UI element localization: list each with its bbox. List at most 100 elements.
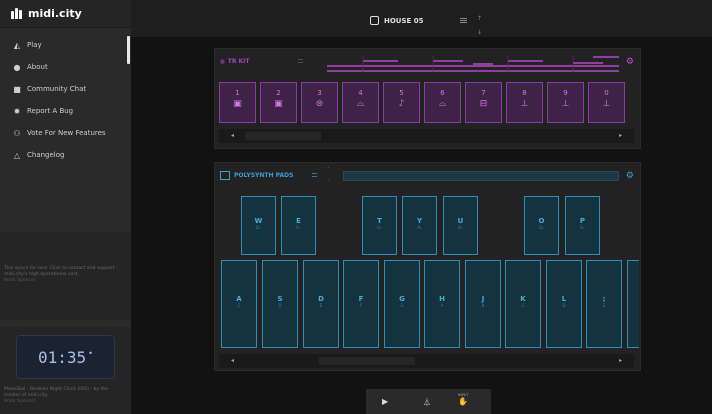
synth-key-o[interactable]: O D♭ (524, 196, 559, 255)
song-selector[interactable]: HOUSE 05 (370, 16, 424, 25)
scroll-left-icon[interactable]: ◂ (231, 357, 234, 364)
synth-key-d[interactable]: DE (303, 260, 339, 348)
synth-key-l[interactable]: LD (546, 260, 582, 348)
drum-machine-icon: ▣ (233, 99, 242, 109)
polysynth-pattern-preview[interactable] (343, 171, 619, 181)
polysynth-scroll-thumb[interactable] (319, 357, 415, 365)
polysynth-menu-icon[interactable] (312, 173, 317, 177)
note-label: C (237, 303, 241, 308)
synth-key-t[interactable]: T G♭ (362, 196, 397, 255)
synth-key-e[interactable]: E E♭ (281, 196, 316, 255)
app-logo[interactable]: midi.city (0, 0, 131, 28)
polysynth-scrollbar[interactable]: ◂ ▸ (219, 354, 634, 368)
clock-ad[interactable]: 01:35 • MoonDial - Bedside Night Clock (i… (0, 327, 131, 414)
synth-key-u[interactable]: U B♭ (443, 196, 478, 255)
sidebar-item-about[interactable]: ● About (0, 56, 131, 78)
synth-key-a[interactable]: AC (221, 260, 257, 348)
clock-caption: MoonDial - Bedside Night Clock (iOS) - b… (4, 387, 115, 405)
sidebar-item-vote-features[interactable]: ⚇ Vote For New Features (0, 122, 131, 144)
arrow-down-icon[interactable]: ↓ (477, 26, 482, 40)
drum-pad-0[interactable]: 0 ⊥ (588, 82, 625, 123)
tom-icon: ⊟ (479, 99, 488, 109)
sidebar-item-community-chat[interactable]: ■ Community Chat (0, 78, 131, 100)
synth-key-f[interactable]: FF (343, 260, 379, 348)
drum-pad-4[interactable]: 4 ⌓ (342, 82, 379, 123)
tr-kit-pattern-preview[interactable] (323, 52, 623, 74)
synth-key-h[interactable]: HA (424, 260, 460, 348)
vote-icon: ⚇ (13, 128, 21, 138)
hand-icon: ✋ (458, 397, 469, 406)
drum-machine-icon: ▣ (274, 99, 283, 109)
ad-sponsor: Book Sponsor (4, 278, 36, 283)
scroll-right-icon[interactable]: ▸ (619, 132, 622, 139)
key-label: W (254, 217, 263, 225)
synth-key-semicolon[interactable]: ; E (586, 260, 622, 348)
pad-number: 4 (358, 89, 363, 97)
note-label: B (481, 303, 485, 308)
synth-key-partial[interactable] (627, 260, 639, 348)
polysynth-panel: POLYSYNTH PADS ˄ ˅ ⚙ W D♭ E E♭ T G♭ Y A♭ U B♭ … (214, 162, 641, 371)
note-label: D♭ (256, 225, 261, 230)
polysynth-title: POLYSYNTH PADS (234, 172, 294, 179)
clock-time: 01:35 (38, 347, 87, 367)
menu-icon[interactable] (460, 18, 467, 23)
note-label: E (602, 303, 606, 308)
tr-kit-title: ▦ TR KIT (220, 58, 250, 65)
synth-key-k[interactable]: KC (505, 260, 541, 348)
keyboard-icon (220, 171, 230, 180)
drum-pad-2[interactable]: 2 ▣ (260, 82, 297, 123)
tr-kit-header: ▦ TR KIT ⚙ (215, 49, 640, 76)
ad-text: This space for rent. Click to contact an… (4, 266, 115, 277)
tr-kit-scroll-thumb[interactable] (245, 132, 321, 140)
drum-pad-9[interactable]: 9 ⊥ (547, 82, 584, 123)
note-label: D (562, 303, 566, 308)
scroll-left-icon[interactable]: ◂ (231, 132, 234, 139)
song-arrows: ↑ ↓ (477, 12, 482, 40)
drum-pad-3[interactable]: 3 ⊜ (301, 82, 338, 123)
sidebar-item-changelog[interactable]: △ Changelog (0, 144, 131, 166)
polysynth-settings-icon[interactable]: ⚙ (626, 171, 634, 181)
drum-pad-6[interactable]: 6 ⌓ (424, 82, 461, 123)
synth-key-j[interactable]: JB (465, 260, 501, 348)
drum-pad-8[interactable]: 8 ⊥ (506, 82, 543, 123)
note-label: D♭ (539, 225, 544, 230)
drum-pad-1[interactable]: 1 ▣ (219, 82, 256, 123)
tr-kit-scrollbar[interactable]: ◂ ▸ (219, 129, 634, 143)
ad-space[interactable]: This space for rent. Click to contact an… (0, 232, 131, 320)
arrow-up-icon[interactable]: ↑ (477, 12, 482, 26)
note-label: A♭ (417, 225, 422, 230)
pad-number: 8 (522, 89, 527, 97)
play-icon[interactable]: ▶ (382, 397, 388, 406)
tr-kit-panel: ▦ TR KIT ⚙ 1 ▣ 2 ▣ 3 ⊜ 4 ⌓ 5 ♪ 6 ⌓ 7 ⊟ 8… (214, 48, 641, 149)
synth-key-s[interactable]: SD (262, 260, 298, 348)
sidebar-item-label: Community Chat (27, 85, 87, 93)
note-label: E (319, 303, 323, 308)
tr-kit-settings-icon[interactable]: ⚙ (626, 57, 634, 67)
synth-key-g[interactable]: GG (384, 260, 420, 348)
snare-icon: ⊜ (315, 99, 324, 109)
drum-pad-7[interactable]: 7 ⊟ (465, 82, 502, 123)
metronome-icon[interactable]: ⏃ (423, 397, 431, 408)
synth-key-y[interactable]: Y A♭ (402, 196, 437, 255)
sidebar-item-report-bug[interactable]: ✹ Report A Bug (0, 100, 131, 122)
sidebar-item-play[interactable]: ◭ Play (0, 34, 131, 64)
drum-pad-5[interactable]: 5 ♪ (383, 82, 420, 123)
scroll-right-icon[interactable]: ▸ (619, 357, 622, 364)
pad-number: 2 (276, 89, 281, 97)
drum-icon: ⌓ (438, 99, 447, 109)
tr-kit-menu-icon[interactable] (298, 59, 303, 63)
synth-key-p[interactable]: P E♭ (565, 196, 600, 255)
arrow-down-icon[interactable]: ˅ (327, 177, 330, 190)
clock-sponsor: Book Sponsor (4, 399, 36, 404)
note-label: A (440, 303, 444, 308)
polysynth-header: POLYSYNTH PADS ˄ ˅ ⚙ (215, 163, 640, 190)
arrow-up-icon[interactable]: ˄ (327, 164, 330, 177)
key-label: O (538, 217, 545, 225)
sidebar-item-label: Play (27, 41, 42, 49)
synth-key-w[interactable]: W D♭ (241, 196, 276, 255)
key-label: U (457, 217, 464, 225)
transport-bar: ▶ ⏃ INPUT ✋ (366, 389, 491, 414)
note-label: G♭ (377, 225, 382, 230)
app-title: midi.city (28, 7, 82, 20)
input-button[interactable]: INPUT ✋ (458, 393, 468, 406)
